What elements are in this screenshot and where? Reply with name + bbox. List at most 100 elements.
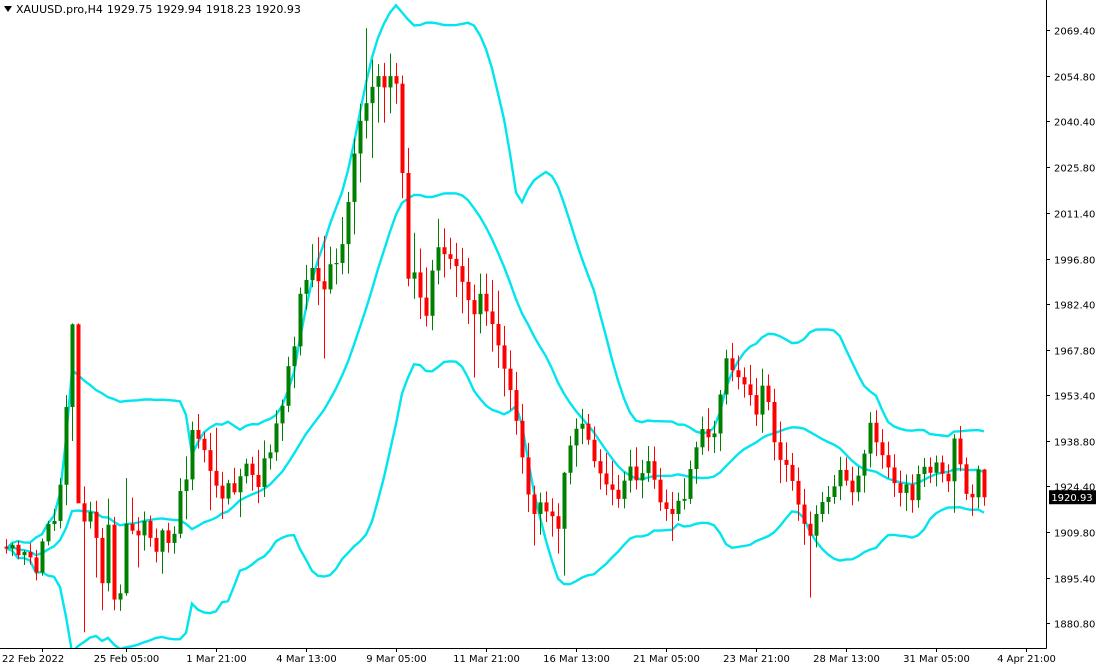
candle-body (166, 530, 171, 543)
candle-body (664, 502, 669, 509)
candle-body (898, 483, 903, 493)
candle-body (946, 473, 951, 482)
candle-body (502, 345, 507, 369)
candle-body (604, 473, 609, 485)
bollinger-lower-line (5, 360, 985, 648)
candle-body (418, 272, 423, 298)
candle-body (238, 476, 243, 493)
bollinger-upper-line (5, 3, 985, 550)
y-tick-label: 1938.80 (1054, 438, 1095, 449)
candle-body (724, 358, 729, 395)
candle (532, 485, 537, 546)
candle-body (496, 324, 501, 346)
candle-body (916, 474, 921, 501)
candle-body (874, 422, 879, 443)
candle (910, 474, 915, 513)
candle (94, 500, 99, 578)
candle-body (598, 461, 603, 474)
dropdown-triangle-icon[interactable] (4, 6, 12, 12)
candle (370, 59, 375, 158)
x-tick-label: 1 Mar 21:00 (186, 654, 246, 665)
candle-body (460, 266, 465, 282)
candle-body (922, 466, 927, 475)
candle (106, 498, 111, 592)
candle (244, 458, 249, 484)
candle-body (274, 423, 279, 453)
candle-body (232, 483, 237, 493)
candle (874, 410, 879, 457)
candle-body (280, 405, 285, 424)
candle-body (778, 442, 783, 460)
candle (676, 492, 681, 521)
candle-body (262, 458, 267, 487)
candle (448, 237, 453, 270)
candle-body (814, 513, 819, 536)
chart-window[interactable]: 1880.80 1895.40 1909.80 1924.40 1938.80 1953.… (0, 0, 1100, 667)
candle (286, 356, 291, 413)
candle (46, 520, 51, 546)
y-tick-label: 2069.40 (1054, 27, 1095, 38)
candle-body (28, 552, 33, 558)
candle (274, 410, 279, 461)
candle-body (394, 76, 399, 84)
candle (688, 460, 693, 504)
candle (466, 257, 471, 324)
candle-body (220, 485, 225, 499)
candle (550, 498, 555, 537)
candle (454, 242, 459, 297)
candle-body (700, 429, 705, 448)
candle (772, 388, 777, 461)
candle (100, 527, 105, 611)
candle-body (190, 430, 195, 480)
candle (340, 217, 345, 275)
candle-body (364, 103, 369, 121)
candle-body (568, 445, 573, 473)
candle-body (682, 498, 687, 501)
candle (604, 452, 609, 496)
candle-body (370, 86, 375, 104)
candle (616, 474, 621, 508)
candle (172, 526, 177, 554)
candle-body (616, 489, 621, 499)
candle (940, 455, 945, 483)
candle (166, 522, 171, 553)
y-tick-label: 2054.80 (1054, 73, 1095, 84)
candle (496, 290, 501, 369)
candle-body (10, 544, 15, 549)
candle (298, 287, 303, 356)
candle-body (532, 494, 537, 514)
candle-body (328, 264, 333, 290)
candle (640, 459, 645, 499)
candle (826, 486, 831, 514)
candle-body (22, 552, 27, 556)
x-tick-label: 23 Mar 21:00 (723, 654, 790, 665)
price-chart[interactable]: 1880.801895.401909.801924.401938.801953.… (0, 0, 1100, 667)
candle-body (868, 422, 873, 454)
candle (934, 455, 939, 487)
candle (544, 491, 549, 523)
candle-body (448, 254, 453, 259)
candle (634, 447, 639, 490)
candle-body (802, 504, 807, 524)
x-tick-label: 21 Mar 05:00 (633, 654, 700, 665)
candle-body (148, 520, 153, 538)
candle-body (466, 281, 471, 301)
candle (622, 471, 627, 509)
candle-body (628, 466, 633, 481)
candle-body (118, 593, 123, 600)
candle (892, 454, 897, 498)
candle (352, 138, 357, 235)
candle (334, 248, 339, 285)
candle-body (310, 268, 315, 280)
candle-body (622, 480, 627, 499)
y-tick-label: 2025.80 (1054, 164, 1095, 175)
candle (982, 468, 987, 506)
candle (124, 478, 129, 596)
candle-body (832, 486, 837, 498)
candle-body (430, 270, 435, 316)
symbol-label: XAUUSD.pro,H4 (16, 3, 103, 16)
candle-body (250, 463, 255, 475)
candle (322, 235, 327, 359)
candle-body (928, 466, 933, 473)
candle (958, 425, 963, 472)
